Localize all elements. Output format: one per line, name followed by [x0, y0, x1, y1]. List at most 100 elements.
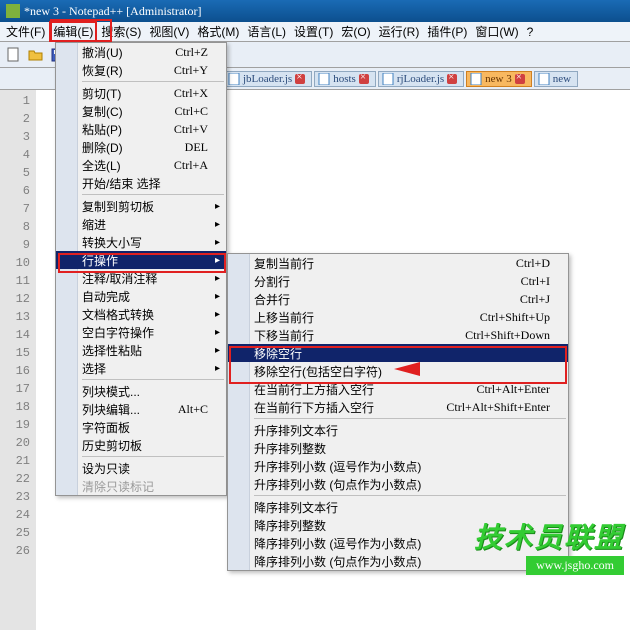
menu-item[interactable]: 历史剪切板 [56, 436, 226, 454]
menu-item-label: 选择 [82, 360, 208, 377]
document-tab[interactable]: new 3 [466, 71, 532, 87]
menu-item[interactable]: 宏(O) [337, 21, 374, 42]
menu-item[interactable]: 恢复(R)Ctrl+Y [56, 61, 226, 79]
line-number: 2 [0, 110, 30, 128]
menu-item-label: 行操作 [82, 252, 208, 269]
line-number: 10 [0, 254, 30, 272]
menu-item: 清除只读标记 [56, 477, 226, 495]
menu-item[interactable]: 粘贴(P) Ctrl+V [56, 120, 226, 138]
close-tab-icon[interactable] [295, 74, 305, 84]
menu-item[interactable]: 选择 [56, 359, 226, 377]
menu-item[interactable]: 在当前行上方插入空行Ctrl+Alt+Enter [228, 380, 568, 398]
menu-item[interactable]: 合并行Ctrl+J [228, 290, 568, 308]
menu-item-label: 字符面板 [82, 419, 208, 436]
menu-item[interactable]: 转换大小写 [56, 233, 226, 251]
menu-item[interactable]: 窗口(W) [471, 21, 522, 42]
menu-item[interactable]: 注释/取消注释 [56, 269, 226, 287]
open-file-icon[interactable] [26, 45, 46, 65]
line-number: 16 [0, 362, 30, 380]
menu-item-label: 粘贴(P) [82, 121, 144, 138]
menu-item[interactable]: 剪切(T)Ctrl+X [56, 84, 226, 102]
menu-item[interactable]: 语言(L) [243, 21, 290, 42]
menu-item[interactable]: 下移当前行Ctrl+Shift+Down [228, 326, 568, 344]
line-number: 1 [0, 92, 30, 110]
menu-item[interactable]: 删除(D)DEL [56, 138, 226, 156]
menu-item[interactable]: 插件(P) [423, 21, 471, 42]
menu-shortcut: Ctrl+Alt+Shift+Enter [446, 400, 550, 415]
line-number: 8 [0, 218, 30, 236]
line-number: 19 [0, 416, 30, 434]
new-file-icon[interactable] [4, 45, 24, 65]
menu-item[interactable]: 设为只读 [56, 459, 226, 477]
menu-item-label: 空白字符操作 [82, 324, 208, 341]
menu-item[interactable]: 空白字符操作 [56, 323, 226, 341]
menu-item-label: 撤消(U) [82, 44, 145, 61]
menu-separator [82, 81, 224, 82]
line-number: 18 [0, 398, 30, 416]
menu-item[interactable]: 搜索(S) [97, 21, 145, 42]
menu-shortcut: Ctrl+Shift+Down [465, 328, 550, 343]
menu-shortcut: Ctrl+V [174, 122, 208, 137]
menu-item[interactable]: 视图(V) [145, 21, 193, 42]
menu-item[interactable]: ? [523, 23, 538, 41]
menu-shortcut: DEL [185, 140, 208, 155]
menu-item[interactable]: 字符面板 [56, 418, 226, 436]
tab-label: hosts [333, 73, 356, 85]
watermark-text: 技术员联盟 [474, 516, 624, 556]
line-number: 26 [0, 542, 30, 560]
menu-shortcut: Ctrl+C [175, 104, 208, 119]
menu-item-label: 文档格式转换 [82, 306, 208, 323]
document-tab[interactable]: hosts [314, 71, 376, 87]
document-tab[interactable]: new [534, 71, 578, 87]
line-number: 17 [0, 380, 30, 398]
tab-label: rjLoader.js [397, 73, 444, 85]
line-number: 6 [0, 182, 30, 200]
menu-item[interactable]: 复制当前行Ctrl+D [228, 254, 568, 272]
menu-item[interactable]: 缩进 [56, 215, 226, 233]
menu-item[interactable]: 撤消(U)Ctrl+Z [56, 43, 226, 61]
menu-item-label: 列块编辑... [82, 401, 148, 418]
menu-item[interactable]: 升序排列文本行 [228, 421, 568, 439]
menu-item[interactable]: 运行(R) [375, 21, 424, 42]
menu-item[interactable]: 复制到剪切板 [56, 197, 226, 215]
line-number: 21 [0, 452, 30, 470]
document-tab[interactable]: jbLoader.js [224, 71, 312, 87]
menu-item[interactable]: 列块模式... [56, 382, 226, 400]
menu-item[interactable]: 升序排列整数 [228, 439, 568, 457]
menu-item[interactable]: 在当前行下方插入空行Ctrl+Alt+Shift+Enter [228, 398, 568, 416]
menu-separator [82, 194, 224, 195]
menu-item[interactable]: 升序排列小数 (句点作为小数点) [228, 475, 568, 493]
menu-item[interactable]: 编辑(E) [49, 21, 97, 42]
menu-item[interactable]: 复制(C) Ctrl+C [56, 102, 226, 120]
menu-item[interactable]: 列块编辑...Alt+C [56, 400, 226, 418]
menu-item-label: 历史剪切板 [82, 437, 208, 454]
menu-item[interactable]: 上移当前行Ctrl+Shift+Up [228, 308, 568, 326]
menu-item[interactable]: 设置(T) [290, 21, 337, 42]
menu-item[interactable]: 升序排列小数 (逗号作为小数点) [228, 457, 568, 475]
menu-item-label: 上移当前行 [254, 309, 450, 326]
menu-item[interactable]: 分割行Ctrl+I [228, 272, 568, 290]
menu-item[interactable]: 文档格式转换 [56, 305, 226, 323]
menu-item[interactable]: 降序排列文本行 [228, 498, 568, 516]
close-tab-icon[interactable] [515, 74, 525, 84]
menu-item-label: 复制(C) [82, 103, 145, 120]
menu-item[interactable]: 文件(F) [2, 21, 49, 42]
menu-bar: 文件(F)编辑(E)搜索(S)视图(V)格式(M)语言(L)设置(T)宏(O)运… [0, 22, 630, 42]
menu-item[interactable]: 自动完成 [56, 287, 226, 305]
menu-item[interactable]: 移除空行 [228, 344, 568, 362]
menu-item[interactable]: 开始/结束 选择 [56, 174, 226, 192]
menu-item[interactable]: 选择性粘贴 [56, 341, 226, 359]
menu-item-label: 注释/取消注释 [82, 270, 208, 287]
menu-item[interactable]: 行操作 [56, 251, 226, 269]
line-number: 9 [0, 236, 30, 254]
menu-shortcut: Ctrl+I [521, 274, 550, 289]
close-tab-icon[interactable] [447, 74, 457, 84]
menu-item[interactable]: 全选(L)Ctrl+A [56, 156, 226, 174]
menu-item-label: 升序排列小数 (逗号作为小数点) [254, 458, 550, 475]
line-number: 14 [0, 326, 30, 344]
menu-item[interactable]: 格式(M) [193, 21, 243, 42]
menu-item-label: 选择性粘贴 [82, 342, 208, 359]
document-tab[interactable]: rjLoader.js [378, 71, 464, 87]
close-tab-icon[interactable] [359, 74, 369, 84]
menu-shortcut: Ctrl+X [174, 86, 208, 101]
